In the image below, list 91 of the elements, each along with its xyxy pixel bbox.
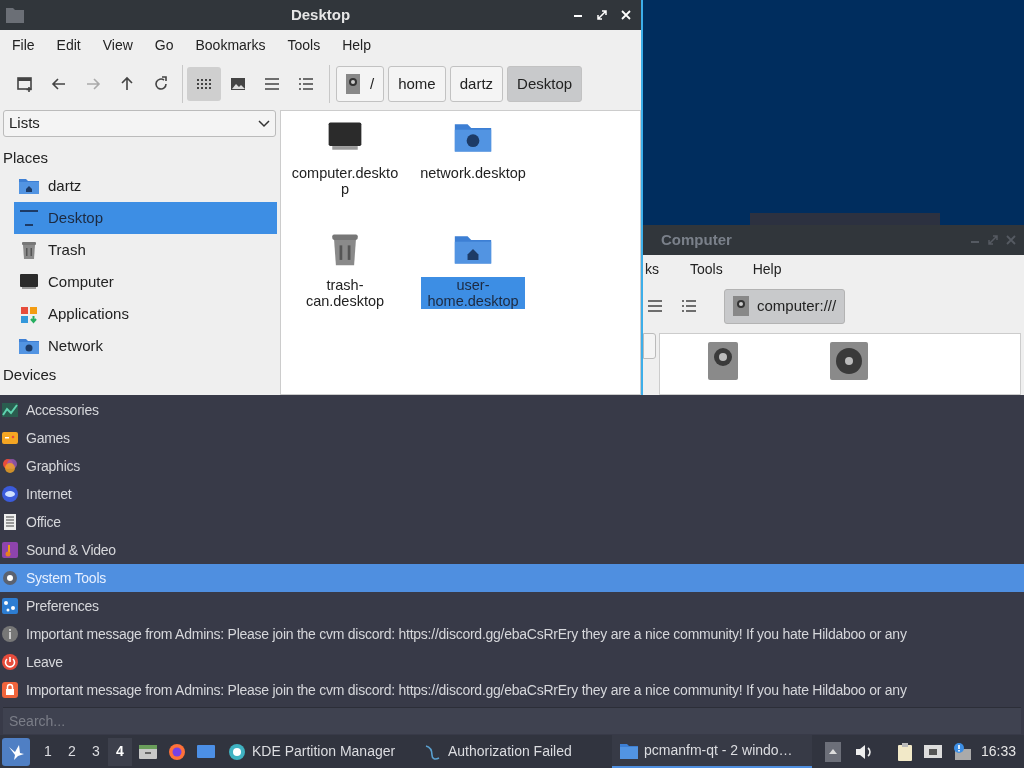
folder-icon xyxy=(6,7,24,23)
list-view-icon xyxy=(298,76,314,92)
menu-item[interactable]: Preferences xyxy=(0,592,1024,620)
disk-icon xyxy=(228,742,246,761)
path-button[interactable]: computer:/// xyxy=(724,288,846,324)
notification-icon xyxy=(952,742,971,761)
menu-item[interactable]: Help xyxy=(331,34,382,56)
task-button[interactable]: Authorization Failed xyxy=(416,735,612,768)
menu-item[interactable]: Games xyxy=(0,424,1024,452)
desktop-switch[interactable]: 2 xyxy=(60,737,84,766)
music-video-icon xyxy=(1,541,19,559)
up-icon xyxy=(119,76,135,92)
sidebar-item[interactable]: Trash xyxy=(14,234,277,266)
maximize-icon xyxy=(988,235,998,245)
search-field[interactable]: Search... xyxy=(3,707,1021,734)
menu-item[interactable]: Go xyxy=(143,34,185,56)
menu-item[interactable]: File xyxy=(1,34,46,56)
compact-view-icon xyxy=(264,76,280,92)
forward-icon xyxy=(85,76,101,92)
close-icon xyxy=(621,10,631,20)
info-icon xyxy=(1,625,19,643)
menu-item[interactable]: Internet xyxy=(0,480,1024,508)
disc-drive-icon xyxy=(830,342,868,380)
path-button[interactable]: / xyxy=(336,66,385,102)
desktop-icon xyxy=(18,207,40,229)
back-icon xyxy=(51,76,67,92)
menu-item[interactable]: Edit xyxy=(45,34,92,56)
menu-item[interactable]: Tools xyxy=(675,258,738,280)
clipboard-icon xyxy=(896,741,913,762)
start-button[interactable] xyxy=(2,737,30,766)
menu-item[interactable]: Accessories xyxy=(0,396,1024,424)
menu-item[interactable]: Important message from Admins: Please join the cvm discord: https://discord.gg/ebaCsRrEry they are a nice community! If you hate Hildaboo or any xyxy=(0,676,1024,704)
file-name[interactable]: user-home.desktop xyxy=(421,277,525,309)
network-icon xyxy=(922,743,943,760)
power-icon xyxy=(1,653,19,671)
drive-icon xyxy=(733,296,749,316)
maximize-icon xyxy=(597,10,607,20)
gamepad-icon xyxy=(1,429,19,447)
drive-icon xyxy=(346,74,360,94)
gear-icon xyxy=(1,569,19,587)
image-view-icon xyxy=(230,76,246,92)
menu-item[interactable]: Sound & Video xyxy=(0,536,1024,564)
browser-icon xyxy=(167,741,187,762)
lock-icon xyxy=(1,681,19,699)
sidebar-item[interactable]: Applications xyxy=(14,298,277,330)
menu-item[interactable]: Leave xyxy=(0,648,1024,676)
desktop-switch[interactable]: 1 xyxy=(36,737,60,766)
path-button[interactable]: Desktop xyxy=(507,66,583,102)
view-dropdown[interactable]: Lists xyxy=(3,110,276,137)
file-name[interactable]: network.desktop xyxy=(417,165,529,181)
folder-icon xyxy=(620,741,638,760)
file-name[interactable]: computer.desktop xyxy=(289,165,401,197)
menu-item[interactable]: Tools xyxy=(276,34,332,56)
menu-item[interactable]: Graphics xyxy=(0,452,1024,480)
list-view-icon xyxy=(682,300,696,312)
sidebar-item[interactable]: Computer xyxy=(14,266,277,298)
menu-item[interactable]: Bookmarks xyxy=(184,34,277,56)
grid-view-icon xyxy=(196,76,212,92)
drive-icon xyxy=(708,342,738,380)
reload-icon xyxy=(153,76,169,92)
menu-item[interactable]: Help xyxy=(737,258,797,280)
sliders-icon xyxy=(1,597,19,615)
sidebar-item[interactable]: Desktop xyxy=(14,202,277,234)
path-button[interactable]: dartz xyxy=(449,66,504,102)
speaker-icon xyxy=(854,743,873,760)
menu-item[interactable]: ks xyxy=(645,258,675,280)
menu-item[interactable]: Important message from Admins: Please join the cvm discord: https://discord.gg/ebaCsRrEry they are a nice community! If you hate Hildaboo or any xyxy=(0,620,1024,648)
view-mode-button[interactable] xyxy=(187,67,221,101)
new-tab-icon xyxy=(17,76,33,92)
globe-icon xyxy=(1,485,19,503)
scroll-up-icon xyxy=(824,741,841,762)
clock: 16:33 xyxy=(980,742,1016,761)
menu-item[interactable]: View xyxy=(91,34,144,56)
desktop-switch[interactable]: 3 xyxy=(84,737,108,766)
launcher-button[interactable] xyxy=(167,741,187,762)
path-button[interactable]: home xyxy=(388,66,446,102)
menu-item[interactable]: Office xyxy=(0,508,1024,536)
task-button[interactable]: KDE Partition Manager xyxy=(220,735,416,768)
window-title: Computer xyxy=(661,229,732,250)
chart-icon xyxy=(1,401,19,419)
compact-view-icon xyxy=(648,300,662,312)
file-name[interactable]: trash-can.desktop xyxy=(289,277,401,309)
close-icon xyxy=(1006,235,1016,245)
chevron-down-icon xyxy=(258,119,270,128)
section-heading: Devices xyxy=(3,365,58,385)
task-button[interactable]: pcmanfm-qt - 2 windo… xyxy=(612,735,812,768)
window-title: Desktop xyxy=(290,4,351,25)
desktop-switch[interactable]: 4 xyxy=(108,737,132,766)
sidebar-item[interactable]: dartz xyxy=(14,170,277,202)
sidebar-item[interactable]: Network xyxy=(14,330,277,362)
section-heading: Places xyxy=(3,148,50,168)
